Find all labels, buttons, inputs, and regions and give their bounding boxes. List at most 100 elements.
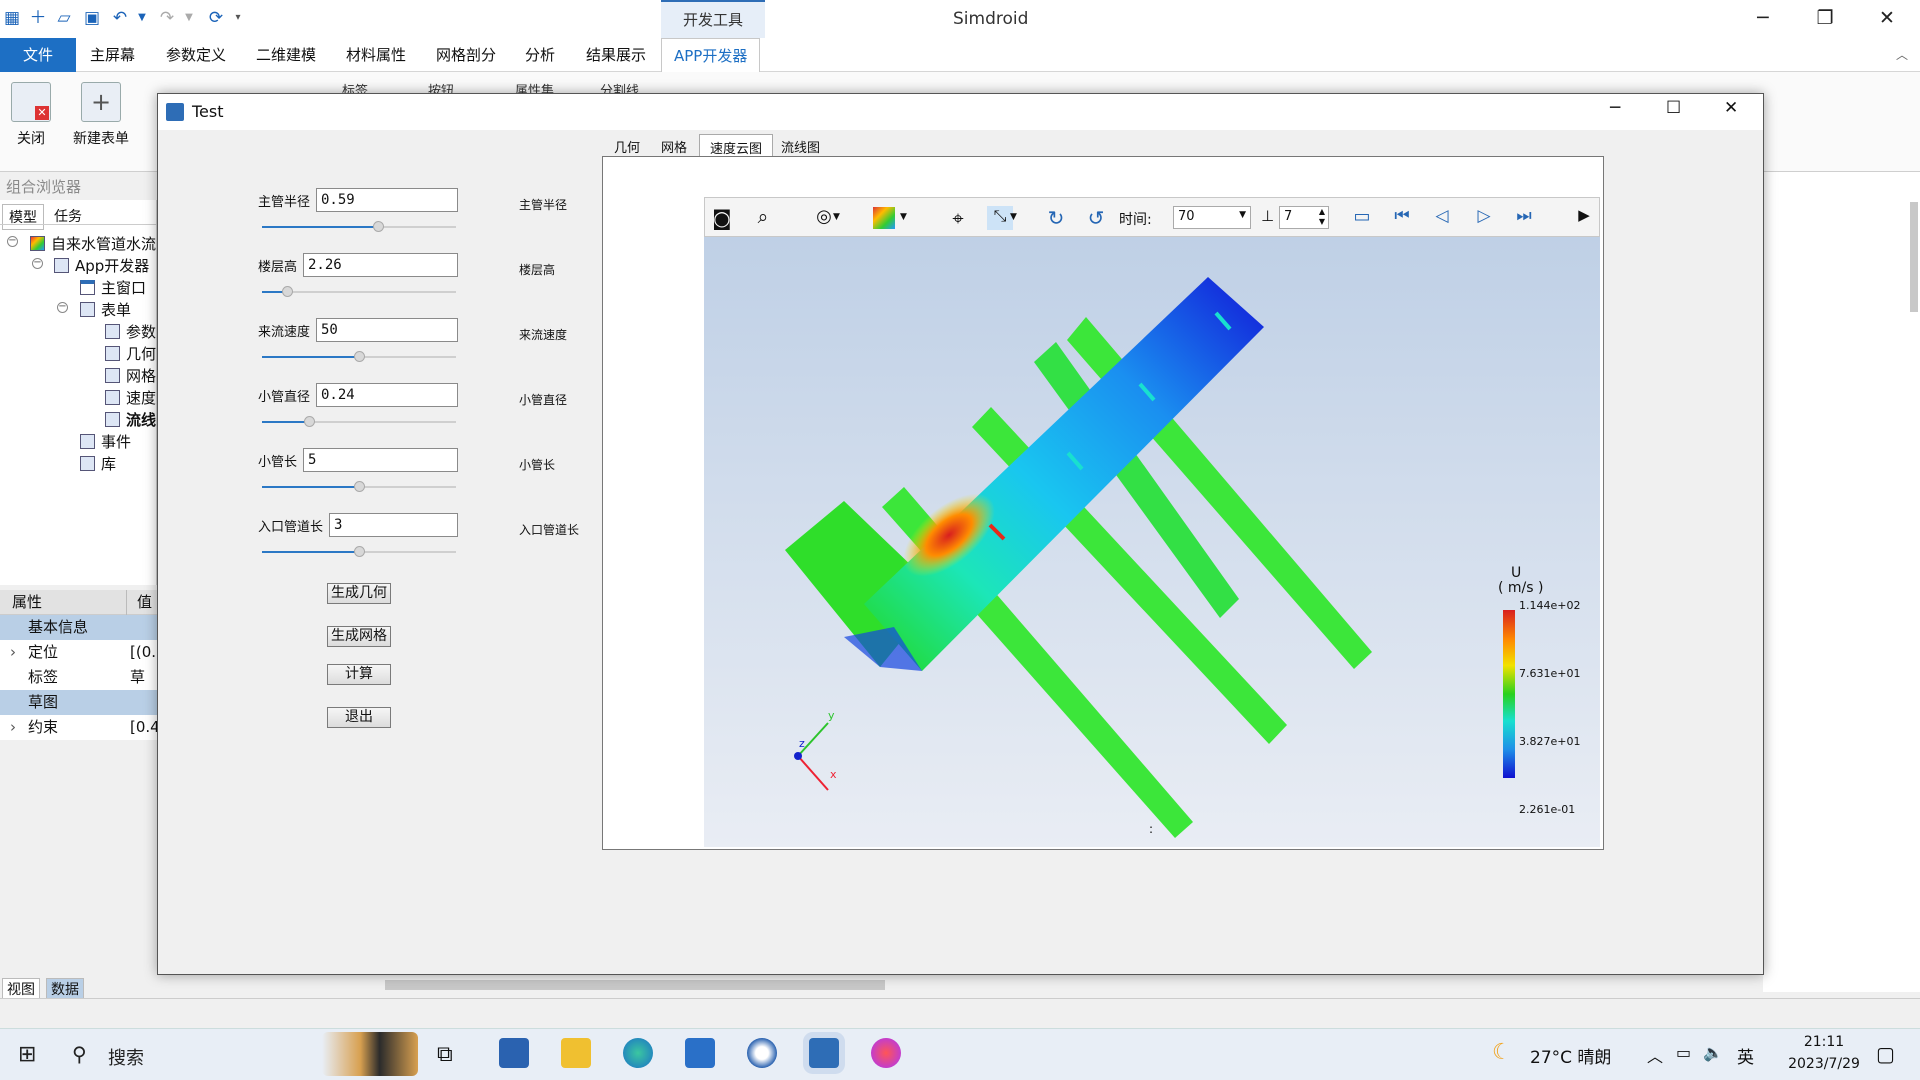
horizontal-scrollbar[interactable] bbox=[385, 980, 885, 990]
expand-arrow-icon[interactable]: › bbox=[10, 715, 16, 740]
fit-view-icon[interactable]: ⌖ bbox=[945, 206, 971, 230]
param-slider[interactable] bbox=[262, 479, 456, 495]
menu-file[interactable]: 文件 bbox=[0, 38, 76, 72]
dialog-maximize-button[interactable]: ☐ bbox=[1666, 98, 1681, 118]
tree-item-app-developer[interactable]: App开发器 bbox=[54, 255, 149, 276]
volume-icon[interactable]: 🔈 bbox=[1703, 1043, 1723, 1062]
vertical-scrollbar[interactable] bbox=[1910, 202, 1918, 312]
tree-item-streamline[interactable]: 流线 bbox=[105, 409, 156, 430]
viewer-tab-streamline[interactable]: 流线图 bbox=[771, 134, 830, 156]
save-icon[interactable]: ▣ bbox=[80, 7, 104, 29]
clock-date[interactable]: 2023/7/29 bbox=[1784, 1056, 1864, 1072]
zoom-select-icon[interactable]: ⌕ bbox=[750, 206, 776, 230]
customize-toolbar-icon[interactable]: ▾ bbox=[226, 7, 250, 29]
undo-dropdown-icon[interactable]: ▼ bbox=[130, 7, 154, 29]
property-row-constraint[interactable]: › 约束 [0.4 bbox=[0, 715, 160, 740]
param-slider[interactable] bbox=[262, 349, 456, 365]
exit-button[interactable]: 退出 bbox=[327, 707, 391, 728]
menu-2d-modeling[interactable]: 二维建模 bbox=[244, 38, 328, 72]
tree-item-main-window[interactable]: 主窗口 bbox=[80, 277, 146, 298]
param-slider[interactable] bbox=[262, 219, 456, 235]
collapse-icon[interactable]: − bbox=[57, 302, 68, 313]
tree-item-library[interactable]: 库 bbox=[80, 453, 116, 474]
tab-view[interactable]: 视图 bbox=[2, 978, 40, 1000]
open-folder-icon[interactable]: ▱ bbox=[52, 7, 76, 29]
collapse-ribbon-icon[interactable]: ︿ bbox=[1896, 46, 1908, 63]
tree-item-velocity[interactable]: 速度 bbox=[105, 387, 156, 408]
search-icon[interactable]: ⚲ bbox=[72, 1042, 87, 1066]
play-icon[interactable]: ▷ bbox=[1471, 206, 1497, 230]
ime-indicator[interactable]: 英 bbox=[1737, 1043, 1754, 1068]
slider-thumb[interactable] bbox=[354, 351, 365, 362]
viewer-tab-velocity-contour[interactable]: 速度云图 bbox=[699, 134, 774, 157]
dialog-minimize-button[interactable]: ─ bbox=[1610, 98, 1620, 118]
step-spinbox[interactable]: 7 ▲ ▼ bbox=[1279, 206, 1329, 229]
undo-icon[interactable]: ↶ bbox=[108, 7, 132, 29]
dropdown-arrow-icon[interactable]: ▼ bbox=[833, 212, 859, 236]
task-view-icon[interactable]: ⧉ bbox=[437, 1042, 453, 1067]
file-explorer-icon[interactable] bbox=[561, 1038, 591, 1068]
menu-parameters[interactable]: 参数定义 bbox=[154, 38, 238, 72]
param-slider[interactable] bbox=[262, 544, 456, 560]
refresh-icon[interactable]: ⟳ bbox=[204, 7, 228, 29]
clock-time[interactable]: 21:11 bbox=[1784, 1034, 1864, 1050]
dialog-close-button[interactable]: ✕ bbox=[1724, 98, 1738, 118]
rotate-ccw-icon[interactable]: ↺ bbox=[1083, 206, 1109, 230]
tray-chevron-up-icon[interactable]: ︿ bbox=[1647, 1043, 1663, 1067]
generate-geometry-button[interactable]: 生成几何 bbox=[327, 583, 391, 604]
taskbar-search[interactable]: 搜索 bbox=[108, 1044, 144, 1070]
toolbar-more-icon[interactable]: ▶ bbox=[1571, 206, 1597, 230]
property-row-tag[interactable]: 标签草图 bbox=[0, 665, 157, 711]
menu-analysis[interactable]: 分析 bbox=[513, 38, 567, 72]
tree-item-mesh[interactable]: 网格 bbox=[105, 365, 156, 386]
record-video-icon[interactable]: ▭ bbox=[1349, 206, 1375, 230]
slider-thumb[interactable] bbox=[354, 546, 365, 557]
collapse-icon[interactable]: − bbox=[7, 236, 18, 247]
slider-thumb[interactable] bbox=[282, 286, 294, 297]
mail-icon[interactable] bbox=[685, 1038, 715, 1068]
tree-item-params[interactable]: 参数 bbox=[105, 321, 156, 342]
store-icon[interactable] bbox=[499, 1038, 529, 1068]
tree-item-forms[interactable]: 表单 bbox=[80, 299, 131, 320]
param-slider[interactable] bbox=[262, 414, 456, 430]
battery-icon[interactable]: ▭ bbox=[1676, 1043, 1691, 1062]
slider-thumb[interactable] bbox=[303, 416, 315, 427]
dropdown-arrow-icon[interactable]: ▼ bbox=[900, 212, 926, 236]
menu-mesh[interactable]: 网格剖分 bbox=[424, 38, 508, 72]
close-window-button[interactable]: ✕ bbox=[1858, 0, 1916, 38]
slider-thumb[interactable] bbox=[354, 481, 365, 492]
new-file-icon[interactable]: ＋ bbox=[26, 7, 50, 29]
edge-icon[interactable] bbox=[623, 1038, 653, 1068]
menu-results[interactable]: 结果展示 bbox=[574, 38, 658, 72]
camera-icon[interactable]: ◙ bbox=[709, 206, 735, 230]
close-form-button[interactable]: ✕ 关闭 bbox=[8, 82, 54, 148]
previous-frame-icon[interactable]: ◁ bbox=[1429, 206, 1455, 230]
viewer-tab-geometry[interactable]: 几何 bbox=[604, 134, 650, 156]
dropdown-arrow-icon[interactable]: ▼ bbox=[1010, 212, 1036, 236]
tab-data[interactable]: 数据 bbox=[46, 978, 84, 1000]
spin-arrows-icon[interactable]: ▲ ▼ bbox=[1319, 207, 1325, 227]
redo-dropdown-icon[interactable]: ▼ bbox=[177, 7, 201, 29]
redo-icon[interactable]: ↷ bbox=[155, 7, 179, 29]
param-input[interactable]: 3 bbox=[329, 513, 458, 537]
generate-mesh-button[interactable]: 生成网格 bbox=[327, 626, 391, 647]
collapse-icon[interactable]: − bbox=[32, 258, 43, 269]
property-row-position[interactable]: › 定位 [(0.0 bbox=[0, 640, 166, 665]
param-input[interactable]: 50 bbox=[316, 318, 458, 342]
render-mode-icon[interactable] bbox=[873, 207, 895, 229]
menu-home[interactable]: 主屏幕 bbox=[78, 38, 147, 72]
app-swirl-icon[interactable] bbox=[747, 1038, 777, 1068]
menu-material[interactable]: 材料属性 bbox=[334, 38, 418, 72]
param-input[interactable]: 0.59 bbox=[316, 188, 458, 212]
compute-button[interactable]: 计算 bbox=[327, 664, 391, 685]
3d-viewport[interactable]: U ( m/s ) 1.144e+02 7.631e+01 3.827e+01 … bbox=[704, 237, 1600, 847]
windows-start-icon[interactable]: ⊞ bbox=[18, 1042, 36, 1067]
rotate-cw-icon[interactable]: ↻ bbox=[1043, 206, 1069, 230]
tab-model[interactable]: 模型 bbox=[2, 204, 44, 230]
weather-text[interactable]: 27°C 晴朗 bbox=[1530, 1043, 1611, 1068]
tree-item-project[interactable]: 自来水管道水流 bbox=[30, 233, 156, 254]
time-select[interactable]: 70 ▼ bbox=[1173, 206, 1251, 229]
param-input[interactable]: 2.26 bbox=[303, 253, 458, 277]
simdroid-taskbar-icon[interactable] bbox=[809, 1038, 839, 1068]
minimize-button[interactable]: ─ bbox=[1734, 0, 1792, 38]
